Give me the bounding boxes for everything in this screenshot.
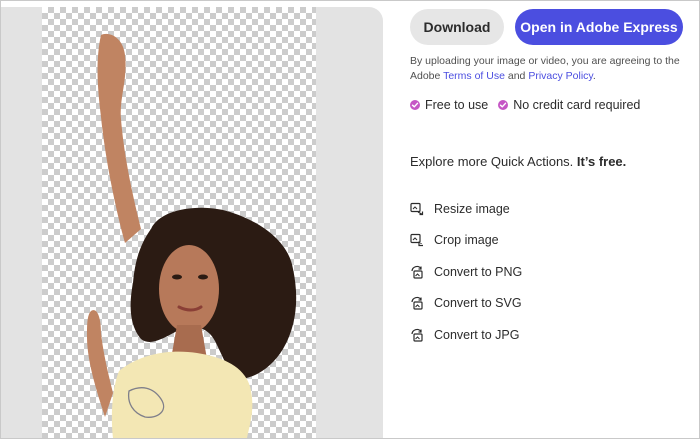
convert-image-icon [410, 296, 424, 310]
explore-emphasis: It’s free. [576, 154, 627, 169]
privacy-policy-link[interactable]: Privacy Policy [528, 70, 593, 82]
perks-row: Free to use No credit card required [410, 98, 640, 112]
consent-text-end: . [592, 70, 596, 82]
quick-action-label: Convert to PNG [434, 264, 523, 279]
image-preview-panel [1, 7, 383, 438]
quick-action-page: Download Open in Adobe Express By upload… [0, 0, 700, 439]
perk-no-credit-card: No credit card required [498, 98, 640, 112]
terms-of-use-link[interactable]: Terms of Use [443, 70, 505, 82]
quick-action-label: Crop image [434, 233, 499, 248]
explore-lead: Explore more Quick Actions. [410, 154, 577, 169]
quick-action-crop-image[interactable]: Crop image [410, 225, 522, 257]
quick-action-convert-to-jpg[interactable]: Convert to JPG [410, 319, 522, 351]
quick-action-convert-to-svg[interactable]: Convert to SVG [410, 288, 522, 320]
quick-actions-list: Resize image Crop image Convert to PNG C… [410, 193, 522, 351]
background-removed-image [87, 33, 297, 438]
perk-label: Free to use [425, 98, 489, 112]
quick-action-label: Resize image [434, 201, 510, 216]
quick-action-label: Convert to SVG [434, 296, 522, 311]
open-in-adobe-express-button[interactable]: Open in Adobe Express [515, 9, 683, 45]
explore-heading: Explore more Quick Actions. It’s free. [410, 154, 626, 169]
resize-image-icon [410, 202, 424, 216]
quick-action-resize-image[interactable]: Resize image [410, 193, 522, 225]
consent-text-and: and [504, 70, 529, 82]
convert-image-icon [410, 328, 424, 342]
download-button[interactable]: Download [410, 9, 504, 45]
quick-action-label: Convert to JPG [434, 327, 520, 342]
perk-free-to-use: Free to use [410, 98, 488, 112]
perk-label: No credit card required [513, 98, 641, 112]
convert-image-icon [410, 265, 424, 279]
upload-consent-text: By uploading your image or video, you ar… [410, 54, 695, 84]
check-circle-icon [410, 100, 420, 110]
quick-action-convert-to-png[interactable]: Convert to PNG [410, 256, 522, 288]
check-circle-icon [498, 100, 509, 110]
crop-image-icon [410, 233, 424, 247]
